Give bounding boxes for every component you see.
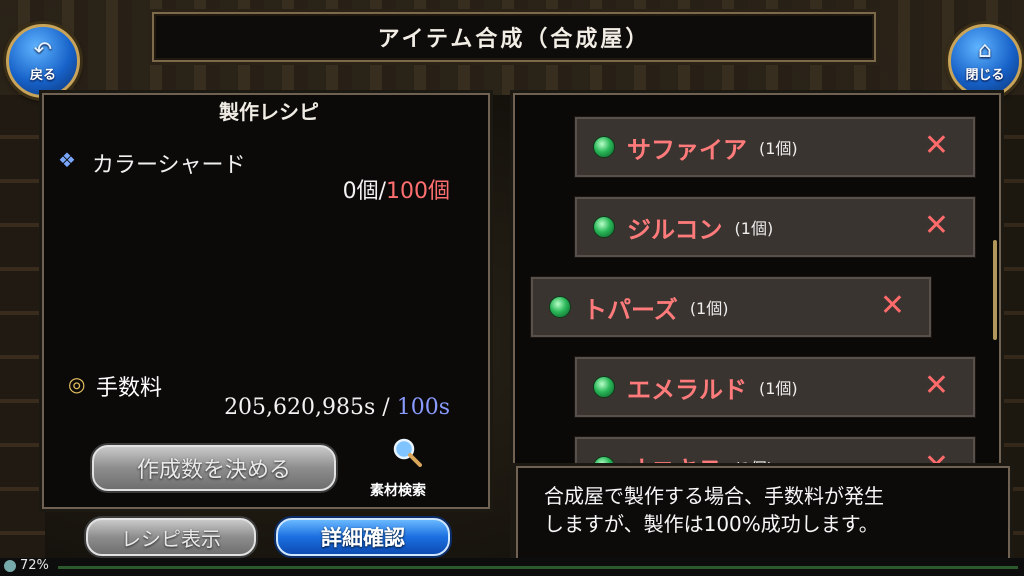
close-label: 閉じる [965,67,1005,83]
material-name: ジルコン [627,215,723,244]
page-title: アイテム合成（合成屋） [152,12,876,62]
coin-icon: ◎ [68,372,86,396]
info-message: 合成屋で製作する場合、手数料が発生 しますが、製作は100%成功します。 [544,484,884,536]
gem-icon [593,376,615,398]
count-current: 0個 [342,179,379,204]
x-icon[interactable]: ✕ [924,129,949,163]
count-separator: / [378,179,386,204]
material-qty: (1個) [734,219,774,238]
decide-quantity-button[interactable]: 作成数を決める [92,445,336,491]
material-name: トパーズ [583,295,678,324]
battery-percent: 72% [20,558,49,573]
material-qty: (1個) [759,139,798,158]
back-button[interactable]: ↶ 戻る [6,24,80,98]
material-row-dragging[interactable]: トパーズ (1個) ✕ [531,277,931,337]
material-row[interactable]: エメラルド (1個) ✕ [575,357,975,417]
status-bar: 72% [0,558,1024,576]
material-qty: (1個) [689,299,729,318]
fee-have: 205,620,985s [224,395,376,420]
back-label: 戻る [29,67,56,83]
gem-icon [593,216,615,238]
magnifier-icon[interactable] [392,437,422,467]
material-row[interactable]: サファイア (1個) ✕ [575,117,975,177]
material-row[interactable]: ジルコン (1個) ✕ [575,197,975,257]
material-name: サファイア [627,135,747,164]
battery-icon [4,560,16,572]
materials-scrollbar[interactable] [993,240,997,340]
fee-separator: / [375,395,397,420]
count-required: 100個 [386,179,450,204]
item-name: カラーシャード [92,153,246,178]
close-button[interactable]: ⌂ 閉じる [948,24,1022,98]
x-icon[interactable]: ✕ [924,369,949,403]
material-qty: (1個) [759,379,798,398]
recipe-panel: 製作レシピ ❖ カラーシャード 0個/100個 ◎ 手数料 205,620,98… [42,93,490,509]
color-shard-icon: ❖ [58,148,76,172]
message-box: 合成屋で製作する場合、手数料が発生 しますが、製作は100%成功します。 [516,466,1010,564]
material-name: エメラルド [627,375,747,404]
background-bookshelf-left [0,95,45,565]
progress-line [58,566,1018,569]
gem-icon [593,136,615,158]
x-icon[interactable]: ✕ [924,209,949,243]
recipe-title: 製作レシピ [219,99,319,124]
recipe-view-button[interactable]: レシピ表示 [86,518,256,556]
material-search-label[interactable]: 素材検索 [370,480,426,500]
home-icon: ⌂ [978,37,992,63]
item-count: 0個/100個 [343,173,450,205]
fee-label: 手数料 [96,376,163,401]
back-arrow-icon: ↶ [33,37,53,63]
fee-values: 205,620,985s / 100s [224,395,450,420]
gem-icon [549,296,571,318]
x-icon[interactable]: ✕ [880,289,905,323]
details-button[interactable]: 詳細確認 [276,518,450,556]
fee-cost: 100s [396,395,450,420]
